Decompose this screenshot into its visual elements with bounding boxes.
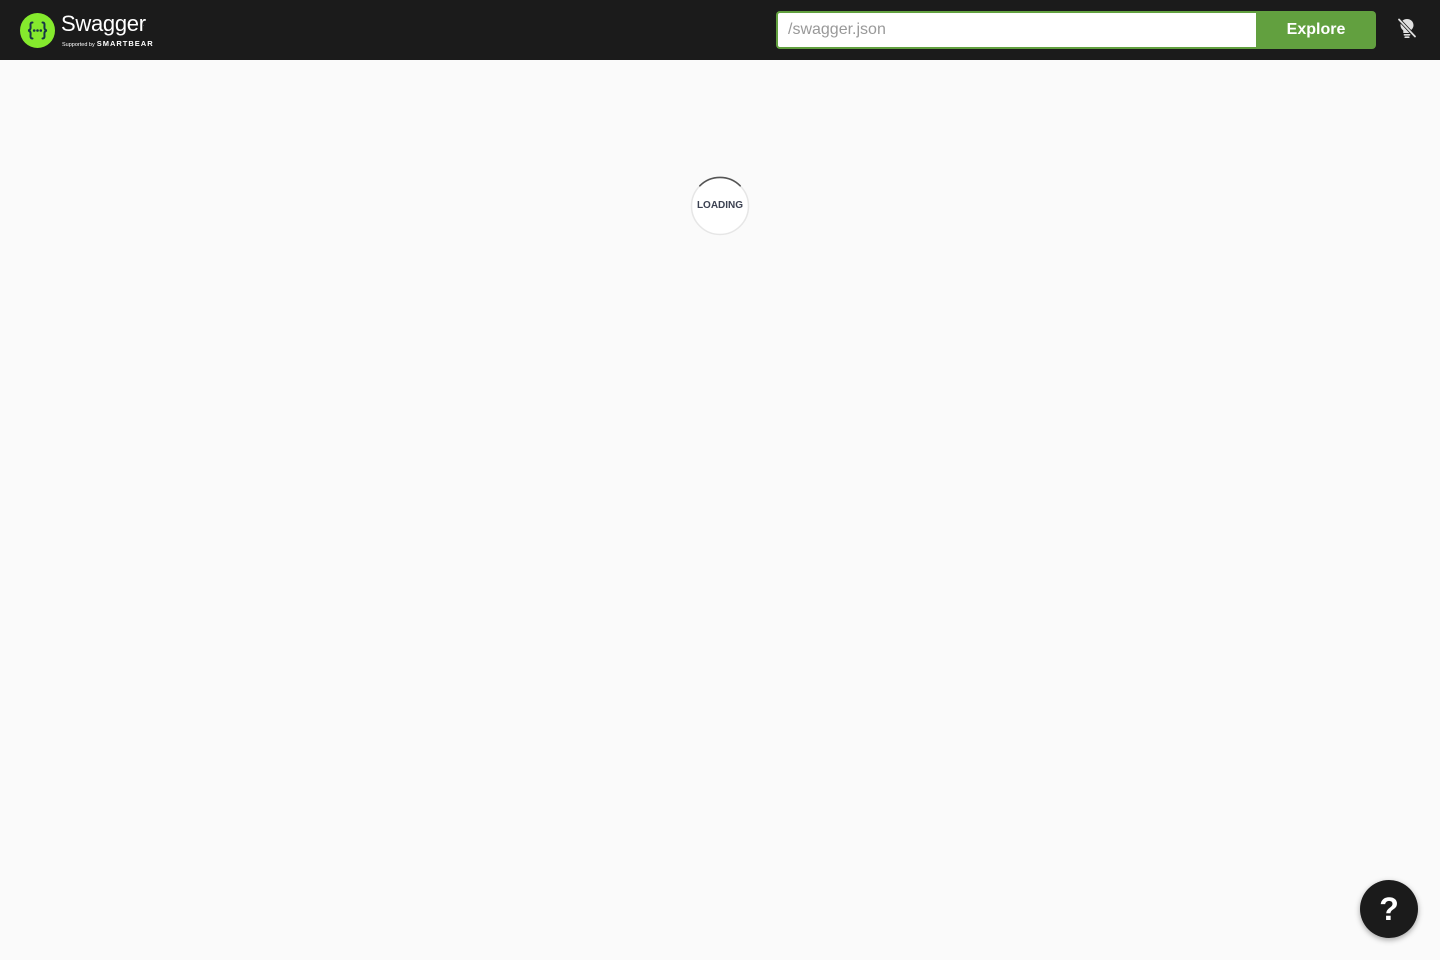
lightbulb-off-icon[interactable] [1396, 17, 1418, 39]
logo-supported-by: Supported by SMARTBEAR [62, 40, 154, 49]
supported-by-text: Supported by [62, 42, 95, 48]
loading-label: LOADING [696, 200, 744, 211]
smartbear-wordmark: SMARTBEAR [96, 39, 154, 48]
loading-indicator: LOADING [690, 176, 750, 236]
swagger-logo-link[interactable]: Swagger . Supported by SMARTBEAR [20, 10, 171, 50]
topbar: Swagger . Supported bySMARTBEAR Explore [0, 0, 1440, 60]
logo-wordmark: Swagger [61, 11, 146, 36]
swagger-logo-icon [20, 12, 55, 48]
logo-text: Swagger . Supported by SMARTBEAR [61, 10, 171, 50]
spec-url-input[interactable] [776, 11, 1256, 49]
logo-trademark: . [143, 22, 145, 27]
explore-button[interactable]: Explore [1256, 11, 1376, 49]
spec-url-form: Explore [776, 11, 1376, 49]
help-button[interactable]: ? [1360, 880, 1418, 938]
